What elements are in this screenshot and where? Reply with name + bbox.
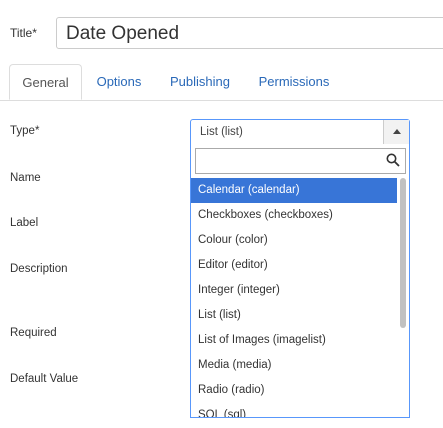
description-label: Description [10,263,68,275]
tab-permissions[interactable]: Permissions [246,64,342,100]
option-radio[interactable]: Radio (radio) [191,378,397,403]
type-label-text: Type [10,125,35,137]
option-integer[interactable]: Integer (integer) [191,278,397,303]
tab-bar: General Options Publishing Permissions [0,64,443,101]
tab-publishing[interactable]: Publishing [157,64,243,100]
required-mark: * [32,26,37,40]
type-select[interactable]: List (list) [190,119,410,145]
option-list[interactable]: List (list) [191,303,397,328]
title-label: Title* [10,26,37,40]
option-list-of-images[interactable]: List of Images (imagelist) [191,328,397,353]
type-dropdown: Calendar (calendar) Checkboxes (checkbox… [190,144,410,418]
scrollbar-thumb[interactable] [400,178,406,328]
options-list: Calendar (calendar) Checkboxes (checkbox… [191,178,397,417]
chevron-up-icon [393,129,401,134]
title-input-value: Date Opened [66,23,180,44]
select-arrow-button[interactable] [383,120,409,144]
title-input[interactable]: Date Opened [56,17,443,49]
option-media[interactable]: Media (media) [191,353,397,378]
required-mark: * [34,125,40,137]
required-label: Required [10,327,57,339]
option-editor[interactable]: Editor (editor) [191,253,397,278]
title-label-text: Title [10,26,33,40]
name-label: Name [10,172,41,184]
dropdown-search [195,148,406,174]
option-checkboxes[interactable]: Checkboxes (checkboxes) [191,203,397,228]
option-colour[interactable]: Colour (color) [191,228,397,253]
option-calendar[interactable]: Calendar (calendar) [191,178,397,203]
search-icon [386,153,400,167]
search-input[interactable] [195,148,406,174]
option-sql[interactable]: SQL (sql) [191,403,397,417]
default-value-label: Default Value [10,373,79,385]
type-label: Type* [10,125,39,137]
tab-options[interactable]: Options [84,64,154,100]
label-label: Label [10,217,39,229]
tab-general[interactable]: General [9,64,82,100]
type-select-value: List (list) [200,126,243,138]
